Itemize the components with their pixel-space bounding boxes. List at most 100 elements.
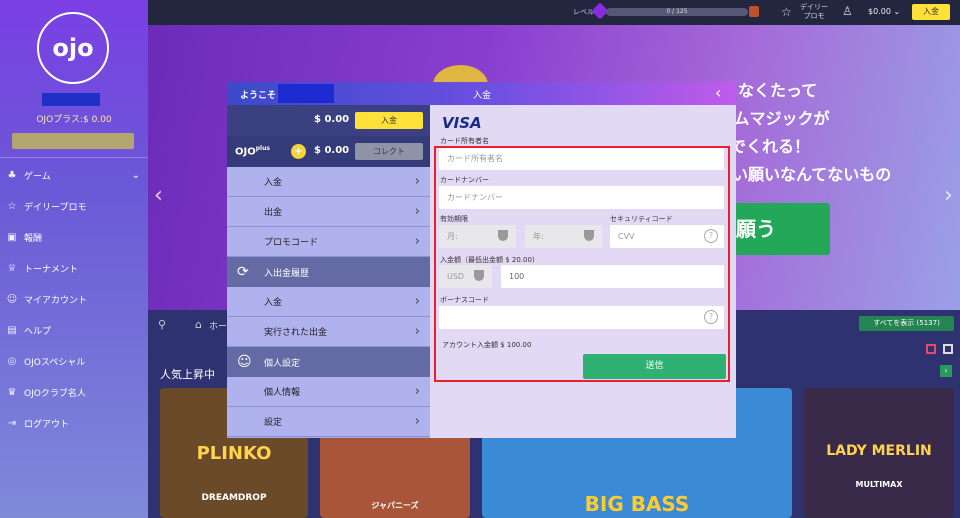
ojoplus-balance: $ 0.00 (314, 145, 350, 156)
sidebar-item-games[interactable]: ♣ ゲーム ⌄ (0, 160, 148, 191)
game-tile-title: PLINKO (196, 443, 272, 464)
user-icon[interactable]: ♙ (842, 4, 853, 18)
sidebar-item-rewards[interactable]: ▣ 報酬 (0, 222, 148, 253)
menu-section-label: 個人設定 (264, 358, 301, 369)
chevron-right-icon[interactable]: › (944, 183, 953, 208)
menu-item-label: 入金 (264, 298, 283, 308)
grid-small-icon[interactable] (943, 344, 953, 354)
level-progress-bar: 0 / 125 (606, 8, 748, 16)
top-deposit-button[interactable]: 入金 (912, 4, 950, 20)
sidebar-item-logout[interactable]: ⇥ ログアウト (0, 408, 148, 439)
chevron-right-icon: › (414, 324, 420, 339)
sidebar-item-label: ログアウト (24, 420, 70, 430)
game-tile-title: ジャパニーズ (371, 501, 419, 510)
cardholder-label: カード所有者名 (440, 137, 489, 145)
sidebar-item-tournament[interactable]: ♕ トーナメント (0, 253, 148, 284)
sidebar-divider (0, 157, 148, 158)
sidebar-item-label: 報酬 (24, 234, 43, 244)
show-all-button[interactable]: すべてを表示 (5137) (859, 316, 954, 331)
menu-item-label: 出金 (264, 208, 283, 218)
chevron-left-icon[interactable]: ‹ (154, 183, 163, 208)
deposit-button[interactable]: 入金 (355, 112, 423, 129)
username-redacted (42, 93, 100, 106)
menu-item-deposit-history[interactable]: 入金 › (227, 287, 430, 317)
modal-header: ようこそ 入金 ‹ (227, 82, 736, 105)
sidebar-item-ojo-special[interactable]: ◎ OJOスペシャル (0, 346, 148, 377)
collect-button[interactable]: コレクト (355, 143, 423, 160)
sidebar: ojo OJOプラス:$ 0.00 ♣ ゲーム ⌄ ☆ デイリープロモ ▣ 報酬… (0, 0, 148, 518)
crown-icon: ♛ (7, 387, 17, 398)
welcome-label: ようこそ (240, 91, 277, 101)
star-icon[interactable]: ☆ (781, 5, 792, 19)
menu-section-personal: ☺ 個人設定 (227, 347, 430, 377)
username-redacted (278, 84, 334, 103)
home-tab[interactable]: ホー (209, 319, 227, 332)
sidebar-item-my-account[interactable]: ☺ マイアカウント (0, 284, 148, 315)
ojoplus-logo-text: OJO (235, 146, 256, 158)
user-icon: ☺ (6, 294, 18, 305)
menu-item-settings[interactable]: 設定 › (227, 407, 430, 437)
sidebar-item-help[interactable]: ▤ ヘルプ (0, 315, 148, 346)
cash-balance-row: $ 0.00 入金 (227, 105, 430, 136)
visa-logo: VISA (442, 114, 482, 132)
grid-large-icon[interactable] (926, 344, 936, 354)
level-label: レベル (573, 8, 594, 16)
star-icon: ☆ (7, 201, 17, 212)
menu-item-executed-withdrawals[interactable]: 実行された出金 › (227, 317, 430, 347)
chevron-right-icon[interactable]: › (940, 365, 952, 377)
menu-section-history: ⟳ 入出金履歴 (227, 257, 430, 287)
sidebar-item-label: マイアカウント (24, 296, 88, 306)
balance-dropdown[interactable]: $0.00 ⌄ (868, 7, 900, 16)
sidebar-item-label: OJOクラブ名人 (24, 389, 86, 399)
chevron-right-icon: › (414, 384, 420, 399)
balance-value: $0.00 (868, 7, 891, 16)
banner-headline-1: なくたって (738, 81, 818, 100)
sidebar-item-daily-promo[interactable]: ☆ デイリープロモ (0, 191, 148, 222)
menu-item-label: 入金 (264, 178, 283, 188)
menu-item-promo-code[interactable]: プロモコード › (227, 227, 430, 257)
game-tile-subtitle: DREAMDROP (201, 493, 267, 503)
chevron-right-icon: › (414, 234, 420, 249)
highlight-frame (434, 146, 730, 382)
game-tile-title: BIG BASS (584, 492, 690, 516)
menu-item-personal-info[interactable]: 個人情報 › (227, 377, 430, 407)
logout-icon: ⇥ (7, 418, 17, 429)
modal-menu: $ 0.00 入金 OJOplus + $ 0.00 コレクト 入金 › 出金 › … (227, 105, 430, 438)
ojo-logo[interactable]: ojo (37, 12, 109, 84)
home-icon[interactable]: ⌂ (195, 318, 202, 331)
ojo-plus-balance: OJOプラス:$ 0.00 (36, 115, 112, 125)
cash-balance: $ 0.00 (314, 114, 350, 125)
help-icon: ▤ (7, 325, 17, 336)
chevron-right-icon: › (414, 174, 420, 189)
history-icon: ⟳ (237, 264, 249, 280)
ojoplus-logo-sup: plus (255, 145, 270, 152)
top-bar: レベル 0 / 125 ☆ デイリー プロモ ♙ $0.00 ⌄ 入金 (148, 0, 960, 25)
search-icon[interactable]: ⚲ (158, 318, 166, 331)
sidebar-action-button[interactable] (12, 133, 134, 149)
ojo-special-icon: ◎ (7, 356, 17, 367)
sidebar-item-label: ゲーム (24, 172, 51, 182)
sidebar-item-label: デイリープロモ (24, 203, 87, 213)
trophy-icon: ♕ (7, 263, 17, 274)
reward-box-icon[interactable] (749, 6, 759, 17)
sidebar-item-ojo-club[interactable]: ♛ OJOクラブ名人 (0, 377, 148, 408)
menu-item-label: 個人情報 (264, 388, 301, 398)
menu-item-withdraw[interactable]: 出金 › (227, 197, 430, 227)
banner-headline-3: でくれる！ (730, 137, 811, 156)
ojoplus-logo: OJOplus (235, 145, 270, 157)
modal-title: 入金 (473, 91, 492, 101)
reward-icon: ▣ (7, 232, 17, 243)
sidebar-item-label: ヘルプ (24, 327, 52, 337)
daily-promo-link[interactable]: デイリー プロモ (799, 3, 829, 21)
game-tile-title: LADY MERLIN (826, 443, 932, 459)
menu-section-label: 入出金履歴 (264, 268, 310, 279)
ojoplus-balance-row: OJOplus + $ 0.00 コレクト (227, 136, 430, 167)
game-icon: ♣ (7, 170, 17, 181)
banner-headline-4: い願いなんてないもの (732, 165, 892, 184)
menu-item-label: プロモコード (264, 238, 319, 248)
back-icon[interactable]: ‹ (715, 83, 721, 102)
game-tile[interactable]: LADY MERLIN MULTIMAX (804, 388, 954, 518)
menu-item-deposit[interactable]: 入金 › (227, 167, 430, 197)
chevron-down-icon: ⌄ (131, 170, 140, 181)
banner-cta-button[interactable]: 願う (730, 203, 830, 255)
